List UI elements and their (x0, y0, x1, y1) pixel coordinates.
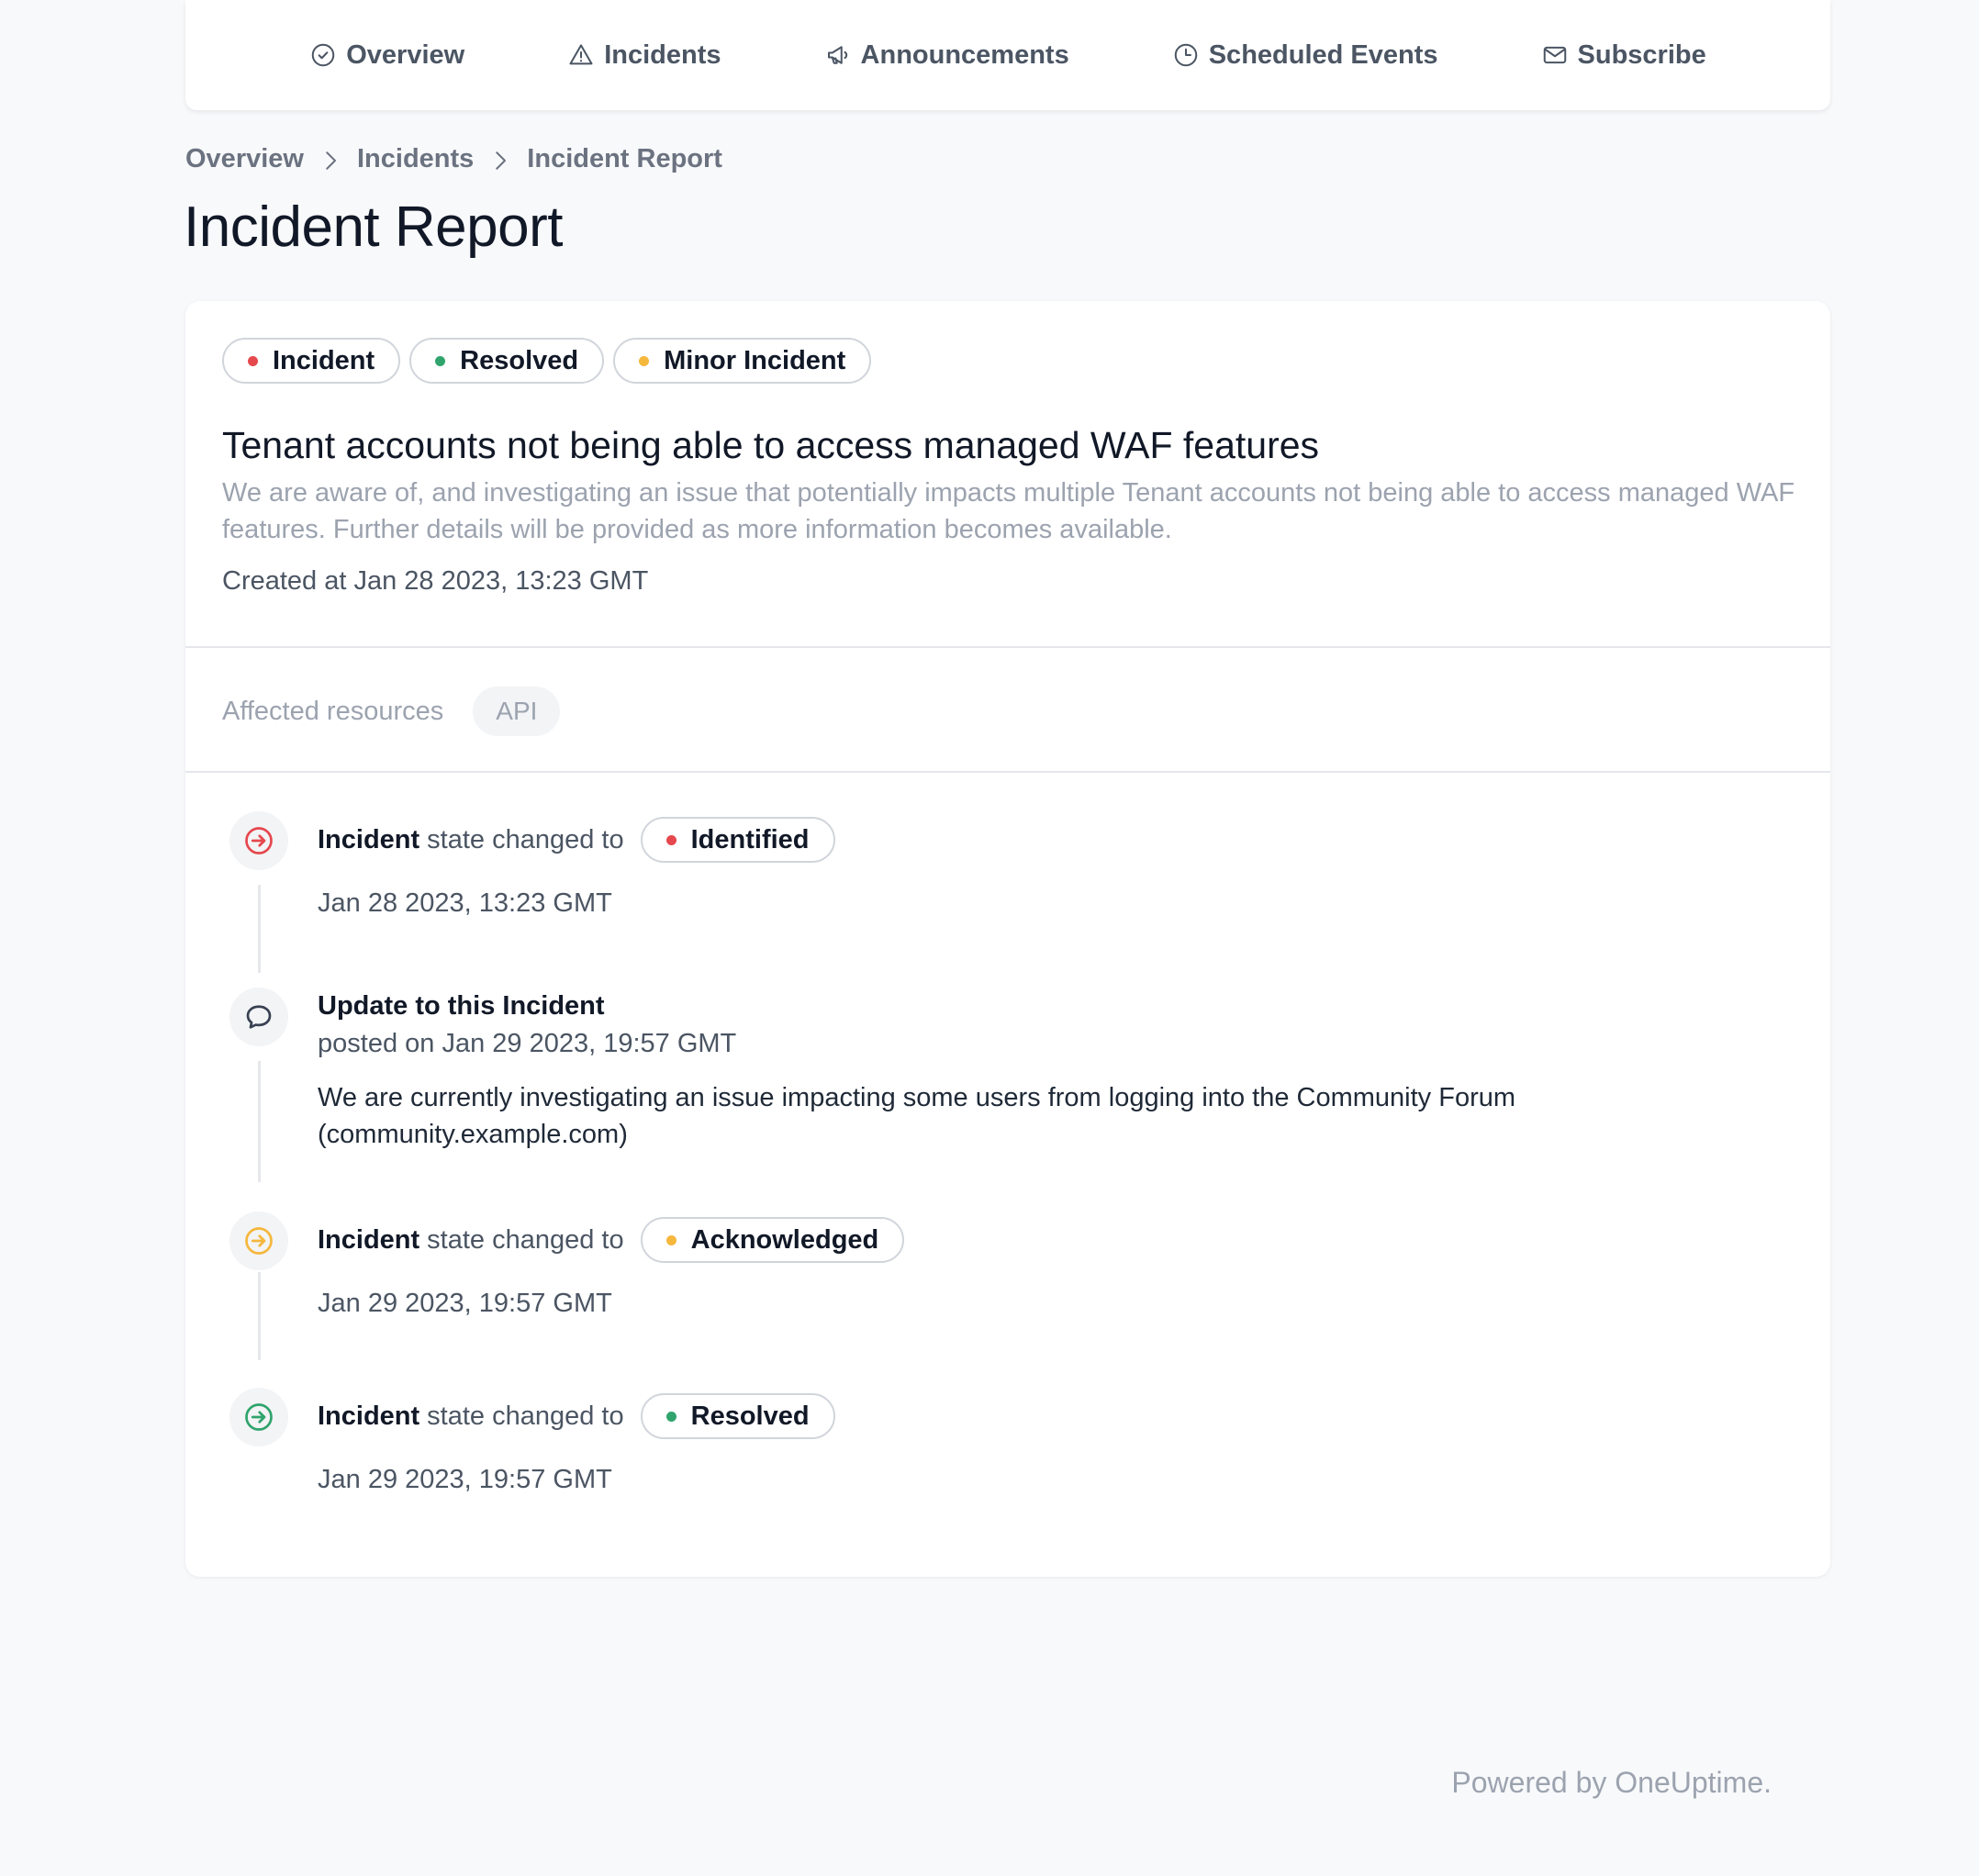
resource-chip: API (473, 687, 561, 736)
nav-overview-label: Overview (346, 39, 465, 70)
incident-created-at: Created at Jan 28 2023, 13:23 GMT (222, 566, 649, 596)
event-verb: state changed to (427, 1401, 624, 1431)
update-posted-time: posted on Jan 29 2023, 19:57 GMT (318, 1029, 737, 1058)
incident-header: Incident Resolved Minor Incident Tenant … (222, 338, 1795, 597)
timeline-event-update: Update to this Incident posted on Jan 29… (318, 991, 1750, 1153)
incident-title: Tenant accounts not being able to access… (222, 424, 1320, 466)
chevron-right-icon (486, 143, 514, 174)
affected-resources: Affected resources API (222, 687, 561, 736)
nav-announcements[interactable]: Announcements (824, 40, 1069, 71)
status-dot (435, 355, 446, 366)
megaphone-icon (827, 46, 847, 64)
breadcrumb-incident-report[interactable]: Incident Report (527, 144, 722, 174)
state-label: Identified (690, 824, 810, 854)
state-badge: Resolved (640, 1393, 835, 1439)
event-subject: Incident (318, 1224, 420, 1255)
incident-card: Incident Resolved Minor Incident Tenant … (185, 301, 1830, 1577)
incident-state-badge: Resolved (409, 338, 605, 384)
chevron-right-icon (317, 143, 344, 174)
incident-severity-badge: Minor Incident (613, 338, 872, 384)
badge-label: Incident (273, 345, 375, 375)
timeline-connector (258, 1272, 261, 1360)
nav-scheduled-events[interactable]: Scheduled Events (1172, 40, 1438, 71)
status-dot (665, 834, 676, 845)
arrow-right-circle-icon (229, 811, 288, 870)
envelope-icon (1543, 46, 1566, 64)
event-time: Jan 28 2023, 13:23 GMT (318, 888, 612, 918)
badge-label: Minor Incident (664, 345, 846, 375)
incident-description: We are aware of, and investigating an is… (222, 478, 1795, 544)
update-note: We are currently investigating an issue … (318, 1083, 1516, 1149)
divider (185, 771, 1830, 773)
nav-incidents-label: Incidents (604, 39, 721, 70)
divider (185, 646, 1830, 648)
incident-badges: Incident Resolved Minor Incident (222, 338, 1794, 384)
clock-icon (1174, 43, 1197, 67)
state-label: Resolved (690, 1401, 810, 1431)
badge-label: Resolved (460, 345, 579, 375)
arrow-right-circle-icon (229, 1212, 288, 1270)
status-dot (665, 1234, 676, 1245)
event-verb: state changed to (427, 1224, 624, 1255)
nav-scheduled-events-label: Scheduled Events (1208, 39, 1438, 70)
breadcrumb-incidents[interactable]: Incidents (357, 144, 474, 174)
breadcrumb-overview[interactable]: Overview (185, 144, 304, 174)
powered-by-link[interactable]: Powered by OneUptime. (1451, 1766, 1772, 1800)
nav-overview[interactable]: Overview (309, 40, 464, 71)
status-dot (665, 1411, 676, 1422)
page-title: Incident Report (184, 195, 563, 259)
arrow-right-circle-icon (229, 1388, 288, 1446)
timeline-event-resolved: Incident state changed to Resolved Jan 2… (318, 1393, 835, 1495)
state-badge: Acknowledged (640, 1217, 905, 1263)
timeline-connector (258, 885, 261, 973)
state-label: Acknowledged (690, 1224, 879, 1255)
status-dot (639, 355, 650, 366)
nav-announcements-label: Announcements (860, 39, 1069, 70)
check-circle-icon (311, 43, 335, 67)
chat-bubble-icon (229, 988, 288, 1046)
timeline-connector (258, 1061, 261, 1182)
event-subject: Incident (318, 824, 420, 854)
event-subject: Incident (318, 1401, 420, 1431)
status-dot (248, 355, 258, 366)
timeline-event-identified: Incident state changed to Identified Jan… (318, 817, 835, 919)
event-time: Jan 29 2023, 19:57 GMT (318, 1289, 612, 1318)
incident-type-badge: Incident (222, 338, 401, 384)
event-time: Jan 29 2023, 19:57 GMT (318, 1465, 612, 1494)
breadcrumb: Overview Incidents Incident Report (185, 143, 722, 174)
update-title: Update to this Incident (318, 991, 605, 1021)
nav-incidents[interactable]: Incidents (567, 40, 721, 71)
warning-triangle-icon (569, 44, 593, 65)
top-nav: Overview Incidents Announcements Schedul… (185, 0, 1830, 110)
nav-subscribe-label: Subscribe (1577, 39, 1706, 70)
event-verb: state changed to (427, 824, 624, 854)
affected-resources-label: Affected resources (222, 696, 444, 726)
timeline-event-acknowledged: Incident state changed to Acknowledged J… (318, 1217, 905, 1319)
nav-subscribe[interactable]: Subscribe (1541, 40, 1706, 71)
state-badge: Identified (640, 817, 835, 863)
